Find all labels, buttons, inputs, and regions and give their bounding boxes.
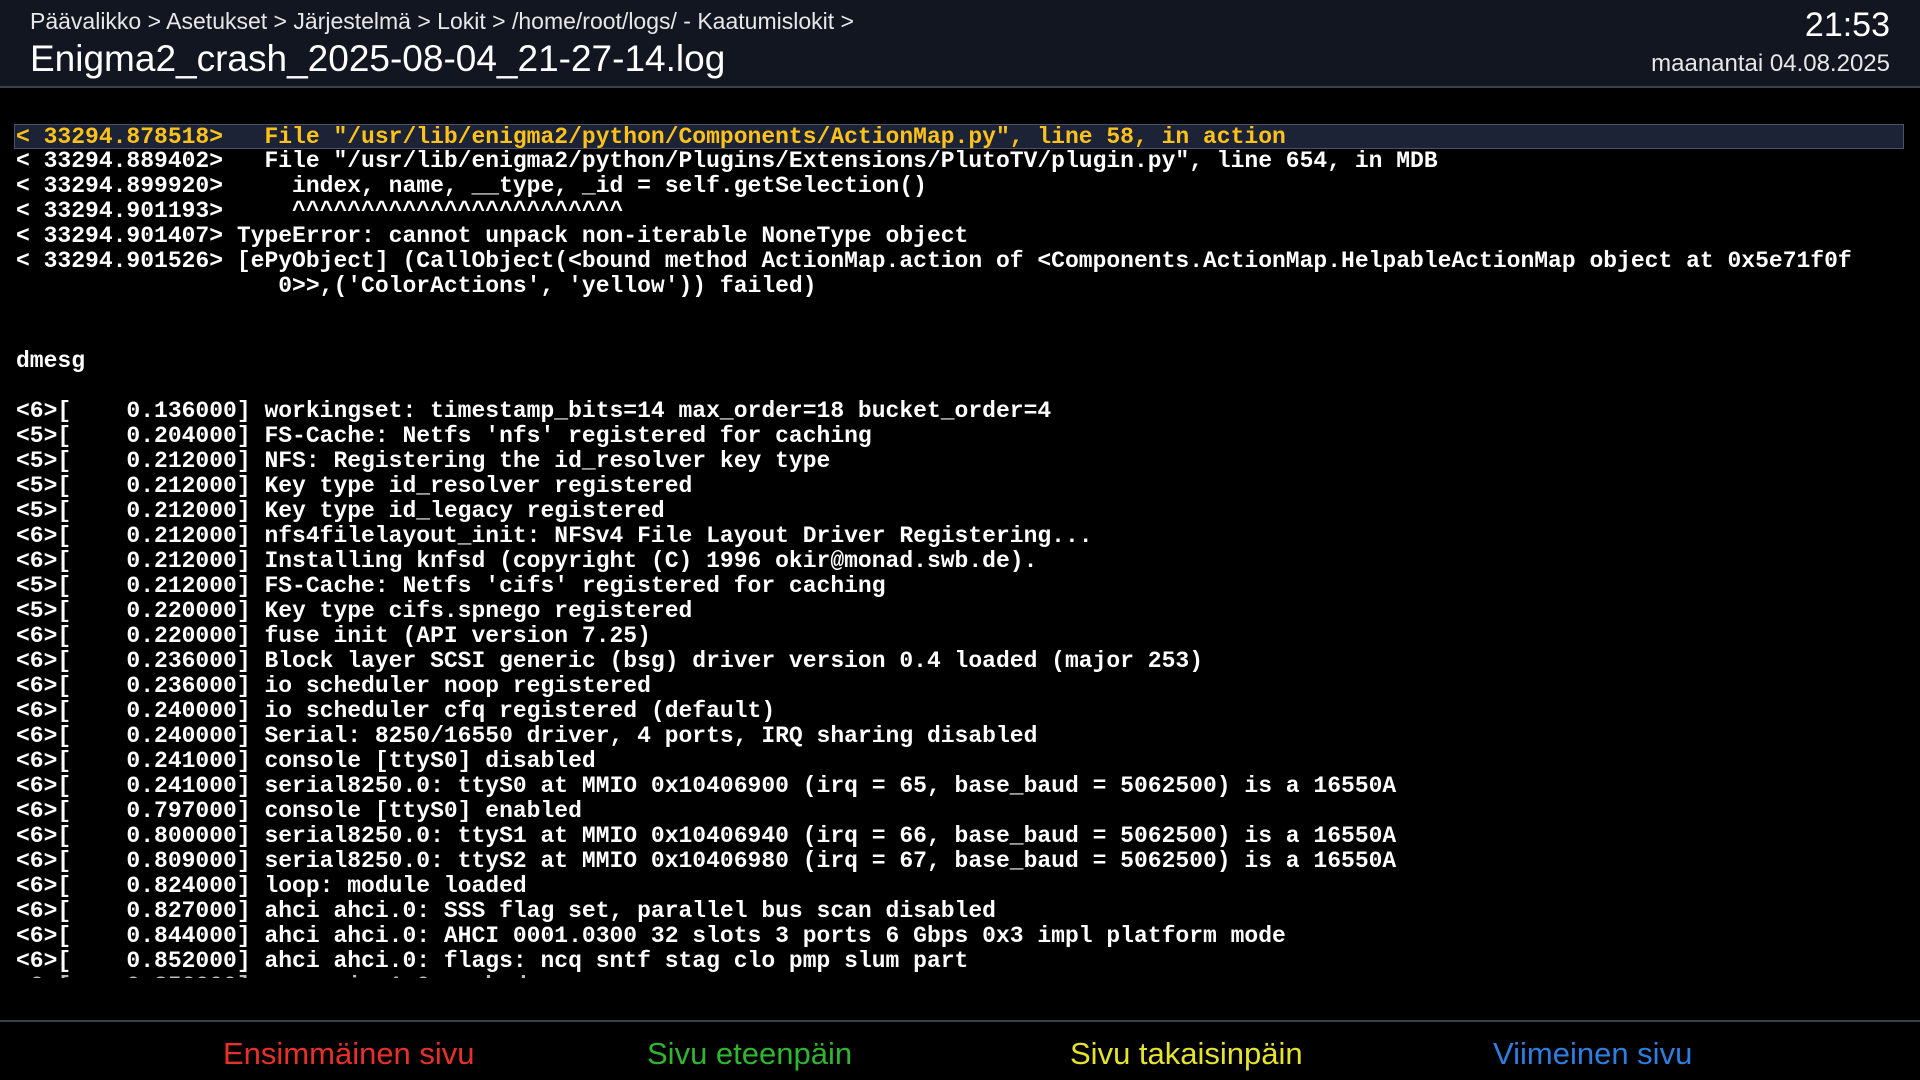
page-title: Enigma2_crash_2025-08-04_21-27-14.log [30,38,726,79]
log-line: <6>[ 0.809000] serial8250.0: ttyS2 at MM… [16,848,1397,874]
log-line: <6>[ 0.240000] io scheduler cfq register… [16,698,776,724]
log-line: <6>[ 0.852000] mmc_spi: 1.0 probed [16,974,527,978]
color-key-bar: Ensimmäinen sivu Sivu eteenpäin Sivu tak… [0,1020,1920,1080]
log-line: < 33294.899920> index, name, __type, _id… [16,173,927,199]
log-line: <6>[ 0.240000] Serial: 8250/16550 driver… [16,723,1038,749]
red-key-first-page[interactable]: Ensimmäinen sivu [223,1036,475,1072]
log-line: <6>[ 0.212000] nfs4filelayout_init: NFSv… [16,523,1093,549]
log-line: dmesg [16,348,86,374]
log-line: <5>[ 0.212000] Key type id_legacy regist… [16,498,665,524]
log-line: <6>[ 0.827000] ahci ahci.0: SSS flag set… [16,898,996,924]
log-line: <6>[ 0.824000] loop: module loaded [16,873,527,899]
log-line: <5>[ 0.212000] Key type id_resolver regi… [16,473,693,499]
header-bar: Päävalikko > Asetukset > Järjestelmä > L… [0,0,1920,88]
log-line: <5>[ 0.212000] NFS: Registering the id_r… [16,448,831,474]
clock: 21:53 [1804,6,1890,44]
log-line: <6>[ 0.236000] io scheduler noop registe… [16,673,651,699]
log-line: <6>[ 0.241000] console [ttyS0] disabled [16,748,596,774]
log-line: < 33294.901193> ^^^^^^^^^^^^^^^^^^^^^^^^ [16,198,624,224]
log-line: <5>[ 0.204000] FS-Cache: Netfs 'nfs' reg… [16,423,872,449]
log-line: <6>[ 0.136000] workingset: timestamp_bit… [16,398,1052,424]
log-line: <6>[ 0.800000] serial8250.0: ttyS1 at MM… [16,823,1397,849]
log-line: < 33294.901526> [ePyObject] (CallObject(… [16,248,1852,274]
log-line: <6>[ 0.797000] console [ttyS0] enabled [16,798,582,824]
log-line: <6>[ 0.212000] Installing knfsd (copyrig… [16,548,1038,574]
log-line: < 33294.889402> File "/usr/lib/enigma2/p… [16,148,1438,174]
yellow-key-page-back[interactable]: Sivu takaisinpäin [1070,1036,1303,1072]
log-line: <5>[ 0.220000] Key type cifs.spnego regi… [16,598,693,624]
log-line: <5>[ 0.212000] FS-Cache: Netfs 'cifs' re… [16,573,886,599]
log-line: <6>[ 0.220000] fuse init (API version 7.… [16,623,651,649]
log-line-selected: < 33294.878518> File "/usr/lib/enigma2/p… [14,124,1904,150]
log-line: < 33294.901407> TypeError: cannot unpack… [16,223,969,249]
log-line: <6>[ 0.241000] serial8250.0: ttyS0 at MM… [16,773,1397,799]
date-label: maanantai 04.08.2025 [1651,50,1890,77]
log-line: <6>[ 0.844000] ahci ahci.0: AHCI 0001.03… [16,923,1286,949]
log-line: <6>[ 0.236000] Block layer SCSI generic … [16,648,1203,674]
log-line: <6>[ 0.852000] ahci ahci.0: flags: ncq s… [16,948,969,974]
blue-key-last-page[interactable]: Viimeinen sivu [1493,1036,1692,1072]
breadcrumb: Päävalikko > Asetukset > Järjestelmä > L… [30,8,854,34]
log-line: 0>>,('ColorActions', 'yellow')) failed) [16,273,817,299]
log-viewer[interactable]: < 33294.878518> File "/usr/lib/enigma2/p… [0,120,1920,978]
green-key-page-forward[interactable]: Sivu eteenpäin [647,1036,852,1072]
